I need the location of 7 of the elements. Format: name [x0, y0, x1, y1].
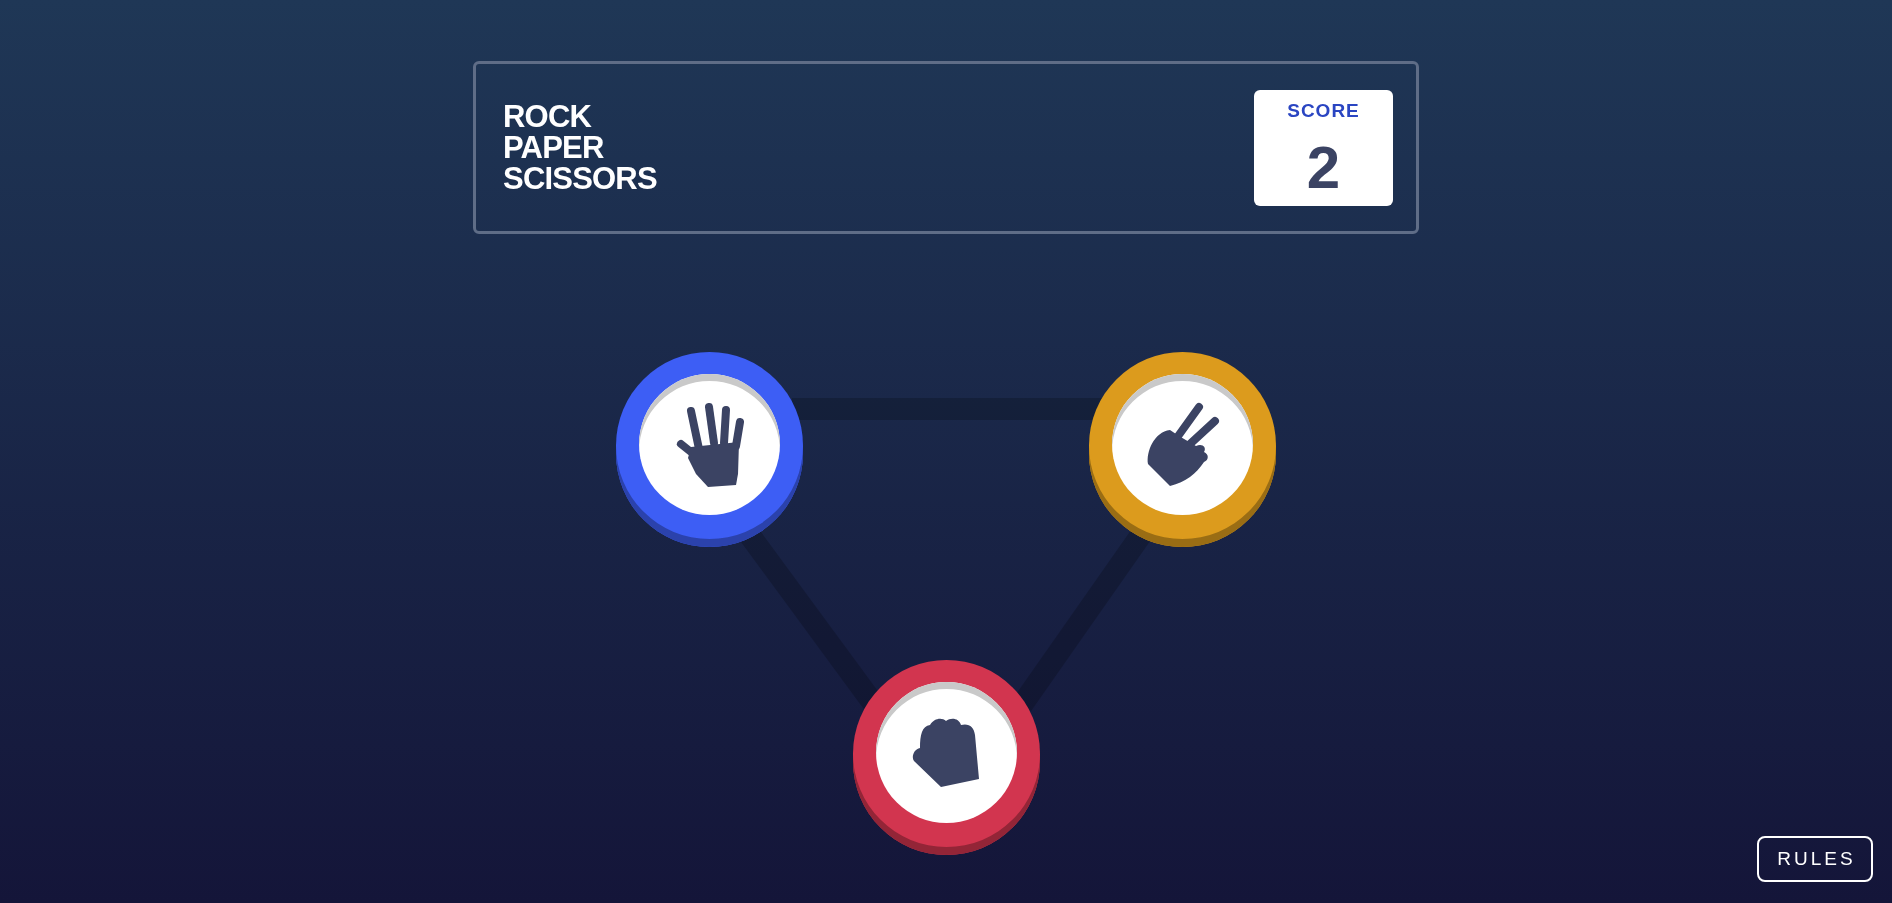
fist-icon [911, 716, 981, 789]
two-finger-hand-icon [1145, 402, 1220, 487]
score-label: SCORE [1287, 100, 1360, 121]
rules-button[interactable]: RULES [1757, 836, 1873, 882]
game-title: ROCK PAPER SCISSORS [503, 101, 657, 194]
score-value: 2 [1306, 137, 1341, 198]
open-hand-icon [675, 402, 744, 487]
